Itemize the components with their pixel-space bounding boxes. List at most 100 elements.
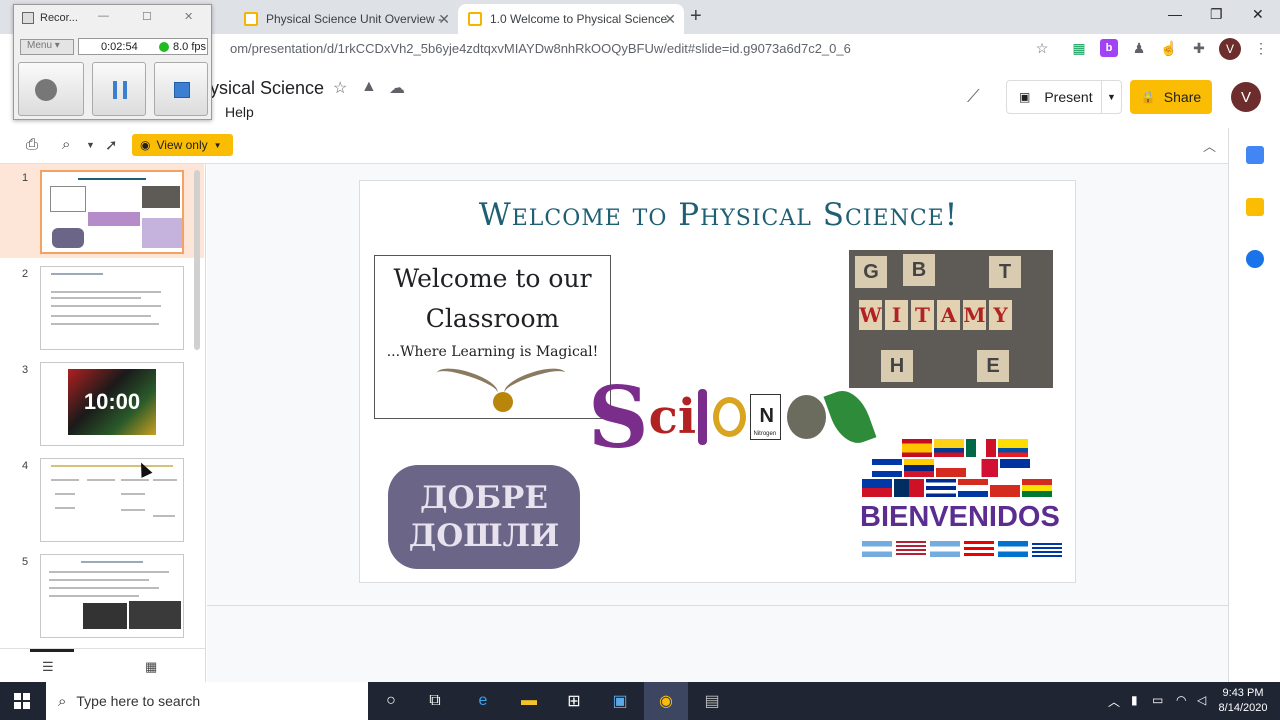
person-extension-icon[interactable]: ♟ xyxy=(1130,39,1148,57)
star-icon[interactable]: ☆ xyxy=(333,78,347,98)
close-window-icon[interactable]: ✕ xyxy=(1252,6,1264,23)
activity-trend-icon[interactable]: ⟋ xyxy=(967,86,980,107)
welcome-line-1: Welcome to our xyxy=(393,264,592,293)
document-title[interactable]: ysical Science xyxy=(210,78,324,99)
flags-collage xyxy=(862,439,1052,505)
flags-row-bottom xyxy=(862,541,1062,561)
tab-close-icon[interactable]: ✕ xyxy=(438,11,450,28)
witamy-letter: Y xyxy=(989,300,1012,330)
recorder-fps: 8.0 fps xyxy=(173,41,207,53)
tasks-icon[interactable] xyxy=(1246,250,1264,268)
extensions-puzzle-icon[interactable]: ✚ xyxy=(1190,39,1208,57)
recorder-menu-dropdown[interactable]: Menu ▾ xyxy=(20,39,74,55)
maximize-icon[interactable]: ☐ xyxy=(142,10,152,23)
timer-thumbnail-text: 10:00 xyxy=(68,369,156,435)
eye-icon: ◉ xyxy=(140,138,151,152)
current-slide[interactable]: Welcome to Physical Science! Welcome to … xyxy=(359,180,1076,583)
wifi-icon[interactable]: ◠ xyxy=(1176,693,1186,707)
tab-title: Physical Science Unit Overview - xyxy=(266,12,443,26)
sheets-extension-icon[interactable]: ▦ xyxy=(1070,39,1088,57)
taskbar-clock[interactable]: 9:43 PM 8/14/2020 xyxy=(1212,686,1274,716)
shell-icon xyxy=(713,397,747,437)
calendar-icon[interactable] xyxy=(1246,146,1264,164)
filmstrip-slide-5[interactable]: 5 xyxy=(0,548,204,642)
witamy-blocks-image: G B T H E W I T A M Y xyxy=(849,250,1053,388)
filmstrip-slide-2[interactable]: 2 xyxy=(0,260,204,354)
slide-number: 5 xyxy=(22,556,29,568)
keep-icon[interactable] xyxy=(1246,198,1264,216)
grid-view-icon[interactable]: ▦ xyxy=(145,659,157,675)
zoom-icon[interactable]: ⌕ xyxy=(62,136,70,153)
science-letters-ci: ci xyxy=(648,389,697,445)
close-icon[interactable]: ✕ xyxy=(184,10,193,23)
filmstrip-view-toggle: ☰ ▦ xyxy=(0,648,206,682)
slides-toolbar: ⎙ ⌕ ▼ ➚ ◉ View only ▼ ︿ xyxy=(0,128,1228,164)
stop-button[interactable] xyxy=(154,62,208,116)
profile-avatar[interactable]: V xyxy=(1219,38,1241,60)
filmstrip-slide-1[interactable]: 1 xyxy=(0,164,204,258)
welcome-line-2: Classroom xyxy=(425,304,560,333)
element-symbol: N xyxy=(759,405,774,427)
tab-close-icon[interactable]: ✕ xyxy=(664,11,676,28)
photos-icon[interactable]: ▣ xyxy=(609,690,631,712)
minimize-icon[interactable]: — xyxy=(1168,6,1182,22)
present-icon: ▣ xyxy=(1019,90,1031,104)
edge-icon[interactable]: e xyxy=(472,690,494,712)
slide-title: Welcome to Physical Science! xyxy=(478,197,959,233)
record-button[interactable] xyxy=(18,62,84,116)
tray-overflow-icon[interactable]: ︿ xyxy=(1108,693,1120,710)
new-tab-icon[interactable]: + xyxy=(690,5,702,28)
nitrogen-element-tile: N Nitrogen xyxy=(750,394,782,440)
address-bar[interactable]: om/presentation/d/1rkCCDxVh2_5b6yje4zdtq… xyxy=(230,41,851,56)
filmstrip-scrollbar[interactable] xyxy=(194,170,200,350)
battery-icon[interactable]: ▭ xyxy=(1152,693,1163,707)
witamy-letter: I xyxy=(885,300,908,330)
pause-button[interactable] xyxy=(92,62,146,116)
cortana-icon[interactable]: ○ xyxy=(380,690,402,712)
present-dropdown-icon[interactable]: ▼ xyxy=(1101,81,1121,113)
chrome-icon[interactable]: ◉ xyxy=(644,682,688,720)
slides-favicon-icon xyxy=(468,12,482,26)
windows-taskbar: ⌕ Type here to search ○ ⧉ e ▬ ⊞ ▣ ◉ ▤ ︿ … xyxy=(0,682,1280,720)
zoom-dropdown-icon[interactable]: ▼ xyxy=(86,140,95,150)
restore-icon[interactable]: ❐ xyxy=(1210,6,1223,23)
browser-tab-unit-overview[interactable]: Physical Science Unit Overview - ✕ xyxy=(234,4,458,34)
windows-start-icon[interactable] xyxy=(14,693,30,709)
account-avatar[interactable]: V xyxy=(1231,82,1261,112)
browser-menu-icon[interactable]: ⋮ xyxy=(1252,39,1270,57)
minimize-icon[interactable]: — xyxy=(98,10,109,22)
screen-recorder-window: Recor... — ☐ ✕ Menu ▾ 0:02:54 8.0 fps xyxy=(13,4,212,120)
recorder-taskbar-icon[interactable]: ▤ xyxy=(701,690,723,712)
filmstrip-slide-4[interactable]: 4 xyxy=(0,452,204,546)
slide-thumbnail xyxy=(40,266,184,350)
side-panel xyxy=(1228,128,1280,682)
moon-icon xyxy=(787,395,827,439)
menu-help[interactable]: Help xyxy=(225,104,254,120)
cloud-status-icon: ☁ xyxy=(389,80,405,97)
move-to-drive-icon[interactable]: ▲ xyxy=(361,78,377,96)
collapse-header-icon[interactable]: ︿ xyxy=(1203,136,1216,155)
view-only-button[interactable]: ◉ View only ▼ xyxy=(132,134,233,156)
url-text: om/presentation/d/1rkCCDxVh2_5b6yje4zdtq… xyxy=(230,41,851,56)
microphone-icon[interactable]: ▮ xyxy=(1131,693,1138,707)
print-icon[interactable]: ⎙ xyxy=(26,136,38,153)
task-view-icon[interactable]: ⧉ xyxy=(424,690,446,712)
taskbar-search[interactable]: ⌕ Type here to search xyxy=(46,682,368,720)
hand-extension-icon[interactable]: ☝ xyxy=(1160,39,1178,57)
volume-icon[interactable]: ◁ xyxy=(1197,693,1206,707)
view-only-label: View only xyxy=(156,138,208,152)
bookmark-star-icon[interactable]: ☆ xyxy=(1033,39,1051,57)
share-button[interactable]: 🔒 Share xyxy=(1130,80,1212,114)
store-icon[interactable]: ⊞ xyxy=(563,690,585,712)
filmstrip-slide-3[interactable]: 3 10:00 xyxy=(0,356,204,450)
select-cursor-icon[interactable]: ➚ xyxy=(105,136,118,154)
clock-time: 9:43 PM xyxy=(1222,687,1264,699)
file-explorer-icon[interactable]: ▬ xyxy=(518,690,540,712)
share-label: Share xyxy=(1163,89,1202,105)
clock-date: 8/14/2020 xyxy=(1218,702,1268,714)
filmstrip-view-icon[interactable]: ☰ xyxy=(42,659,54,675)
science-letter-s: S xyxy=(588,367,649,467)
bitmoji-extension-icon[interactable]: b xyxy=(1100,39,1118,57)
browser-tab-welcome[interactable]: 1.0 Welcome to Physical Science ✕ xyxy=(458,4,684,34)
present-button[interactable]: ▣ Present ▼ xyxy=(1006,80,1122,114)
